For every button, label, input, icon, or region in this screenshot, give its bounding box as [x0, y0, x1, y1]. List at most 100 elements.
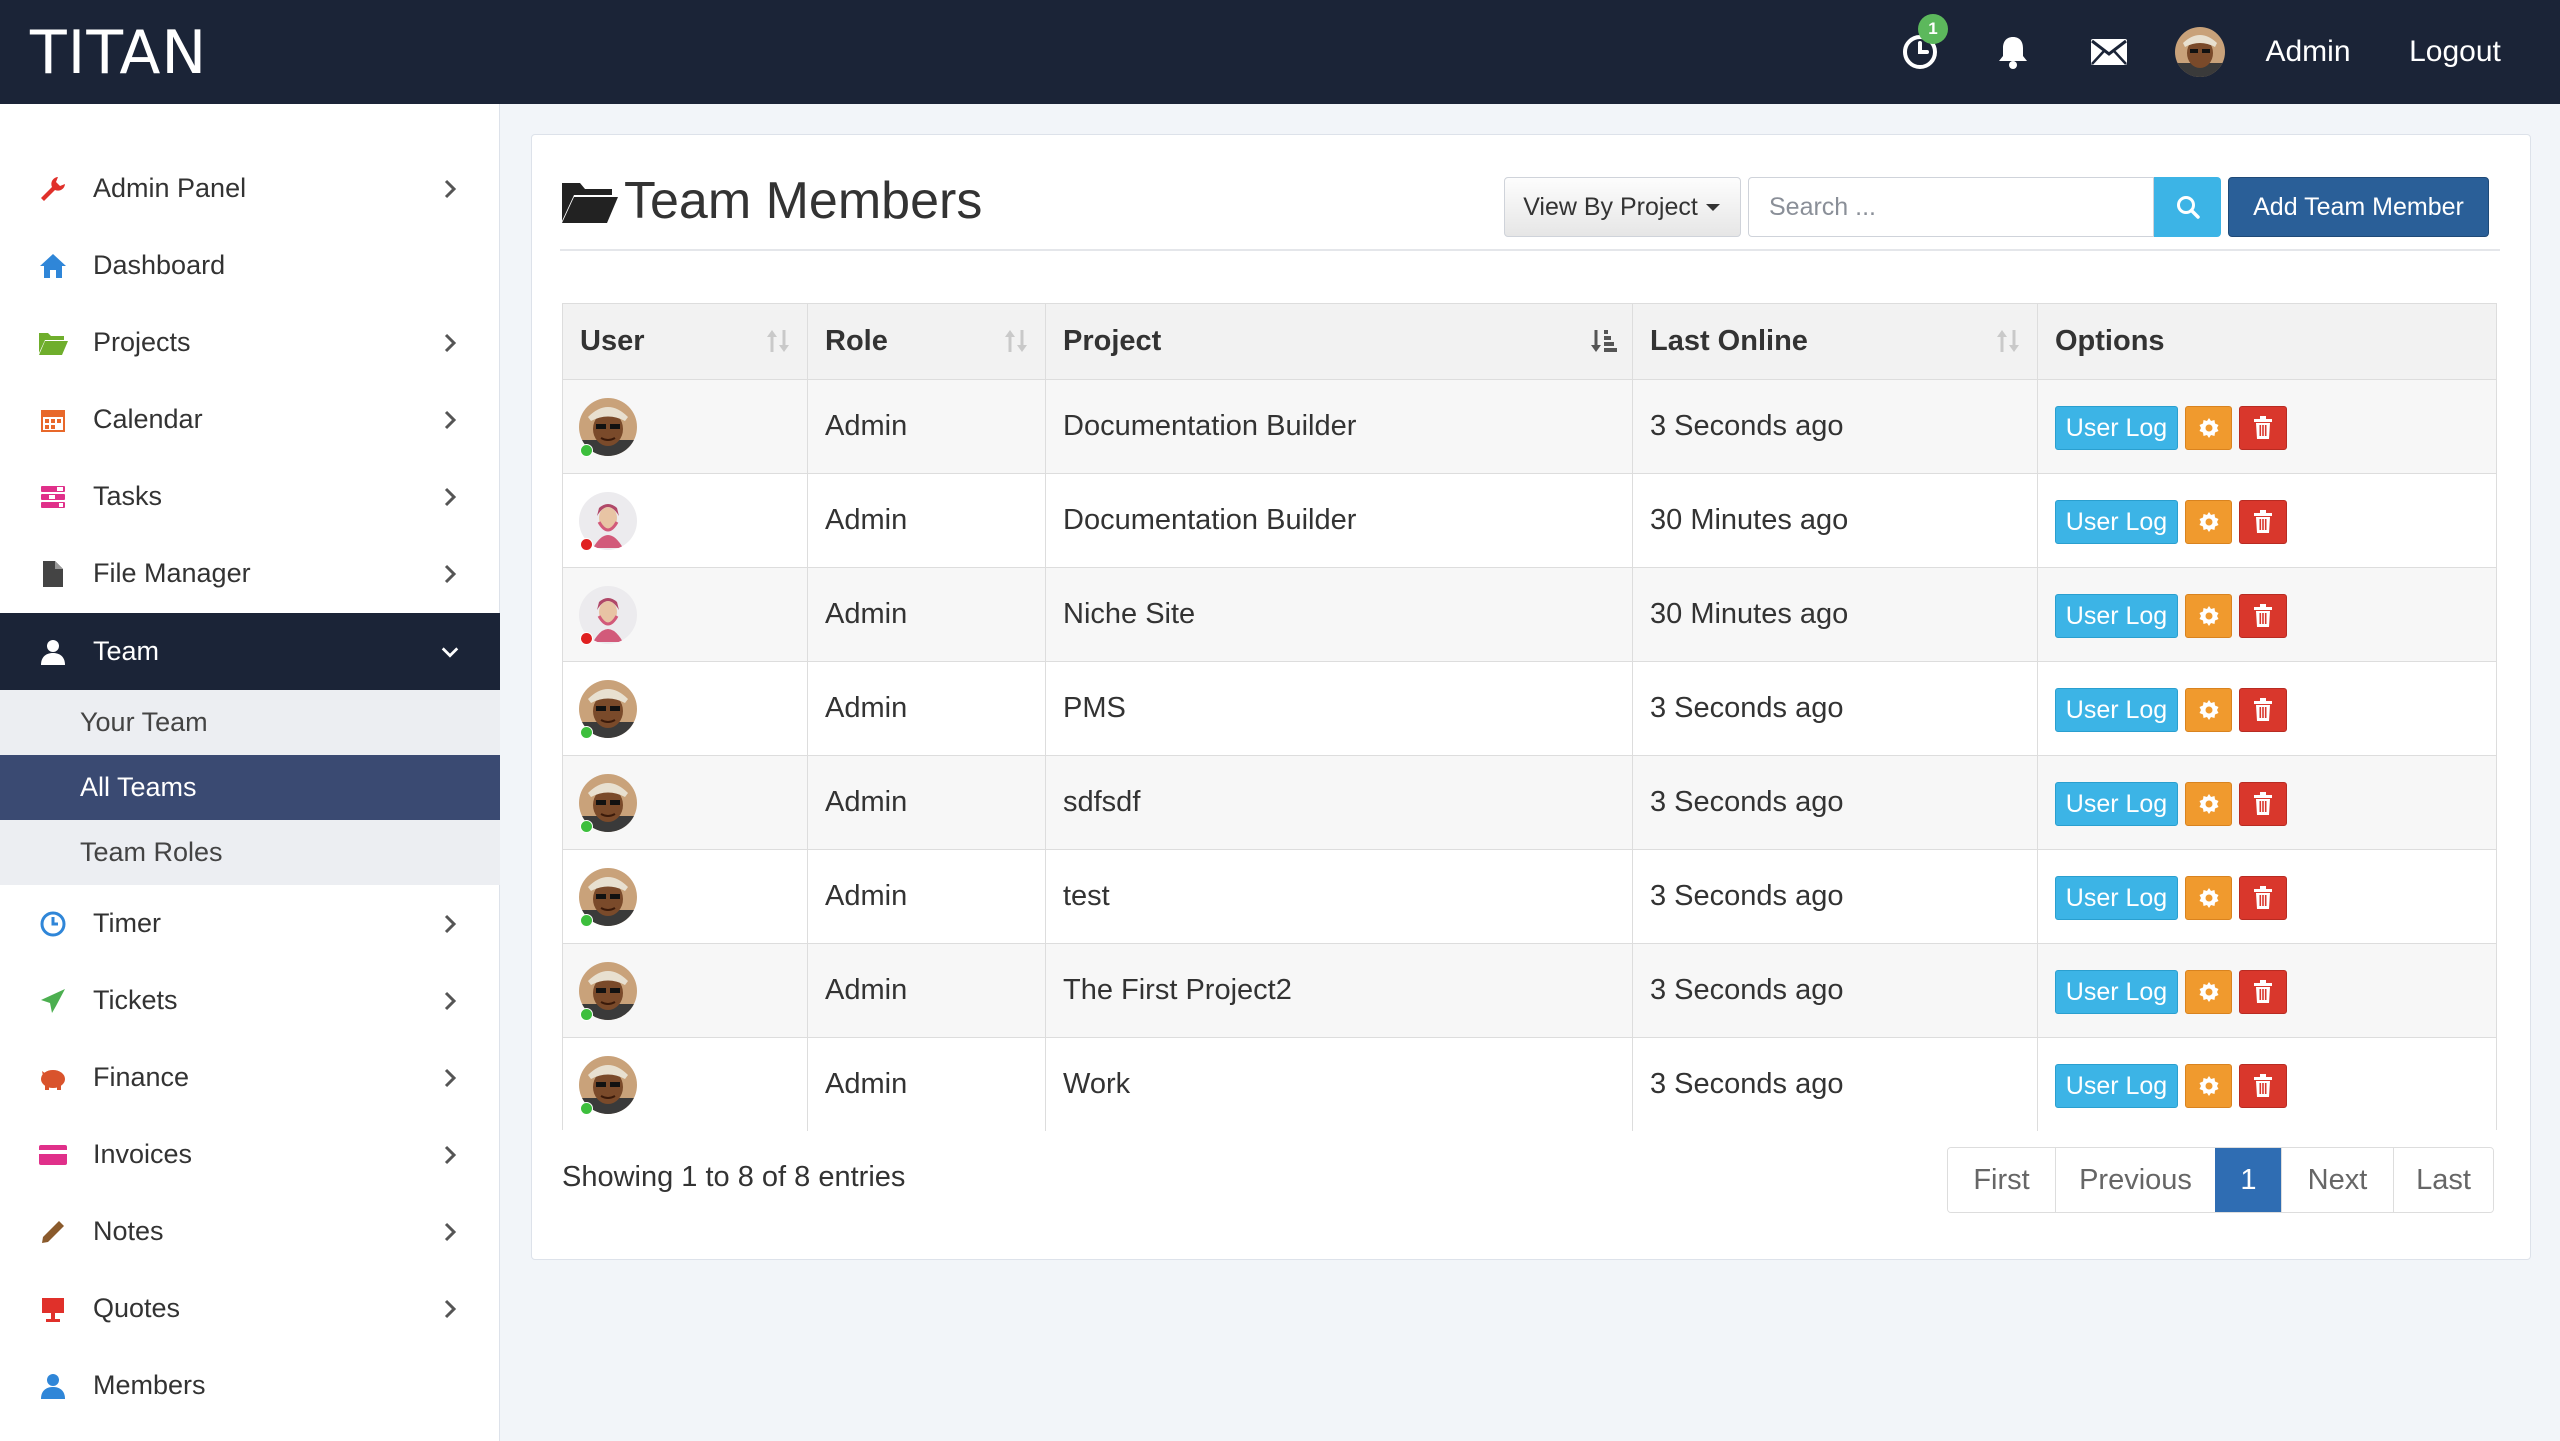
presentation-icon — [36, 1292, 70, 1326]
cell-last-online: 30 Minutes ago — [1632, 568, 2037, 661]
last-online-text: 3 Seconds ago — [1650, 1068, 1844, 1100]
sidebar-item-finance[interactable]: Finance — [0, 1039, 500, 1116]
delete-button[interactable] — [2239, 594, 2287, 638]
status-indicator-online — [580, 820, 593, 833]
sidebar-item-team[interactable]: Team — [0, 613, 500, 690]
project-text: Work — [1063, 1068, 1131, 1100]
sidebar-item-tasks[interactable]: Tasks — [0, 458, 500, 535]
cell-project: The First Project2 — [1045, 944, 1632, 1037]
status-indicator-offline — [580, 538, 593, 551]
sidebar-item-members[interactable]: Members — [0, 1347, 500, 1424]
caret-down-icon — [1705, 204, 1720, 211]
project-text: The First Project2 — [1063, 974, 1292, 1006]
search-button[interactable] — [2154, 177, 2221, 237]
settings-button[interactable] — [2185, 406, 2232, 450]
sidebar-item-projects[interactable]: Projects — [0, 304, 500, 381]
trash-icon — [2254, 510, 2272, 533]
role-text: Admin — [825, 598, 908, 630]
brand-logo[interactable]: TITAN — [30, 18, 207, 88]
cell-last-online: 30 Minutes ago — [1632, 474, 2037, 567]
pagination-page-1[interactable]: 1 — [2215, 1148, 2281, 1212]
pagination-previous[interactable]: Previous — [2055, 1148, 2215, 1212]
pagination-first[interactable]: First — [1948, 1148, 2055, 1212]
cell-options: User Log — [2037, 1038, 2496, 1131]
delete-button[interactable] — [2239, 782, 2287, 826]
settings-button[interactable] — [2185, 688, 2232, 732]
chevron-right-icon — [440, 986, 460, 1016]
delete-button[interactable] — [2239, 970, 2287, 1014]
sidebar-item-label: Invoices — [93, 1139, 193, 1169]
user-log-button[interactable]: User Log — [2055, 782, 2178, 826]
role-text: Admin — [825, 786, 908, 818]
settings-button[interactable] — [2185, 782, 2232, 826]
delete-button[interactable] — [2239, 1064, 2287, 1108]
settings-button[interactable] — [2185, 970, 2232, 1014]
sidebar-item-quotes[interactable]: Quotes — [0, 1270, 500, 1347]
delete-button[interactable] — [2239, 876, 2287, 920]
sidebar-item-calendar[interactable]: Calendar — [0, 381, 500, 458]
user-log-button[interactable]: User Log — [2055, 500, 2178, 544]
bell-icon — [1999, 37, 2027, 69]
user-log-button[interactable]: User Log — [2055, 876, 2178, 920]
table-row: Admin The First Project2 3 Seconds ago User… — [563, 943, 2496, 1037]
delete-button[interactable] — [2239, 406, 2287, 450]
delete-button[interactable] — [2239, 500, 2287, 544]
logout-link[interactable]: Logout — [2400, 0, 2510, 104]
user-log-button[interactable]: User Log — [2055, 1064, 2178, 1108]
sidebar-subitem-your-team[interactable]: Your Team — [0, 690, 500, 755]
project-text: test — [1063, 880, 1110, 912]
sidebar-subitem-team-roles[interactable]: Team Roles — [0, 820, 500, 885]
search-input[interactable] — [1748, 177, 2154, 237]
pagination-next[interactable]: Next — [2281, 1148, 2393, 1212]
user-log-button[interactable]: User Log — [2055, 688, 2178, 732]
sidebar-item-label: Tickets — [93, 985, 178, 1015]
sidebar-item-file-manager[interactable]: File Manager — [0, 535, 500, 612]
sidebar-item-label: Tasks — [93, 481, 163, 511]
pagination-last[interactable]: Last — [2393, 1148, 2493, 1212]
sidebar-item-timer[interactable]: Timer — [0, 885, 500, 962]
chevron-right-icon — [440, 328, 460, 358]
column-header-role[interactable]: Role — [807, 304, 1045, 379]
sidebar-subitem-all-teams[interactable]: All Teams — [0, 755, 500, 820]
user-log-button[interactable]: User Log — [2055, 406, 2178, 450]
sidebar-item-invoices[interactable]: Invoices — [0, 1116, 500, 1193]
settings-button[interactable] — [2185, 1064, 2232, 1108]
chevron-right-icon — [440, 174, 460, 204]
settings-button[interactable] — [2185, 594, 2232, 638]
chevron-right-icon — [440, 909, 460, 939]
notifications-button[interactable] — [1985, 0, 2041, 104]
sidebar-item-label: Quotes — [93, 1293, 181, 1323]
table-row: Admin test 3 Seconds ago User Log — [563, 849, 2496, 943]
team-members-panel: Team Members View By Project Add Team Me… — [531, 134, 2531, 1260]
messages-button[interactable] — [2080, 0, 2138, 104]
user-name-link[interactable]: Admin — [2258, 0, 2358, 104]
settings-button[interactable] — [2185, 876, 2232, 920]
column-header-user[interactable]: User — [563, 304, 807, 379]
chevron-down-icon — [440, 637, 460, 667]
trash-icon — [2254, 792, 2272, 815]
user-avatar-button[interactable] — [2174, 0, 2226, 104]
column-header-project[interactable]: Project — [1045, 304, 1632, 379]
calendar-icon — [36, 403, 70, 437]
sidebar-item-notes[interactable]: Notes — [0, 1193, 500, 1270]
user-log-button[interactable]: User Log — [2055, 970, 2178, 1014]
timer-button[interactable]: 1 — [1890, 0, 1950, 104]
gear-icon — [2199, 418, 2218, 438]
cell-user — [563, 756, 807, 849]
add-team-member-button[interactable]: Add Team Member — [2228, 177, 2489, 237]
sidebar-item-tickets[interactable]: Tickets — [0, 962, 500, 1039]
sidebar-item-dashboard[interactable]: Dashboard — [0, 227, 500, 304]
chevron-right-icon — [440, 1140, 460, 1170]
sidebar-item-admin-panel[interactable]: Admin Panel — [0, 150, 500, 227]
sidebar-item-label: Projects — [93, 327, 191, 357]
view-by-project-dropdown[interactable]: View By Project — [1504, 177, 1741, 237]
settings-button[interactable] — [2185, 500, 2232, 544]
cell-last-online: 3 Seconds ago — [1632, 1038, 2037, 1131]
column-label: Options — [2055, 325, 2165, 357]
cell-role: Admin — [807, 568, 1045, 661]
column-header-last-online[interactable]: Last Online — [1632, 304, 2037, 379]
user-log-button[interactable]: User Log — [2055, 594, 2178, 638]
delete-button[interactable] — [2239, 688, 2287, 732]
gear-icon — [2199, 888, 2218, 908]
column-header-options: Options — [2037, 304, 2496, 379]
